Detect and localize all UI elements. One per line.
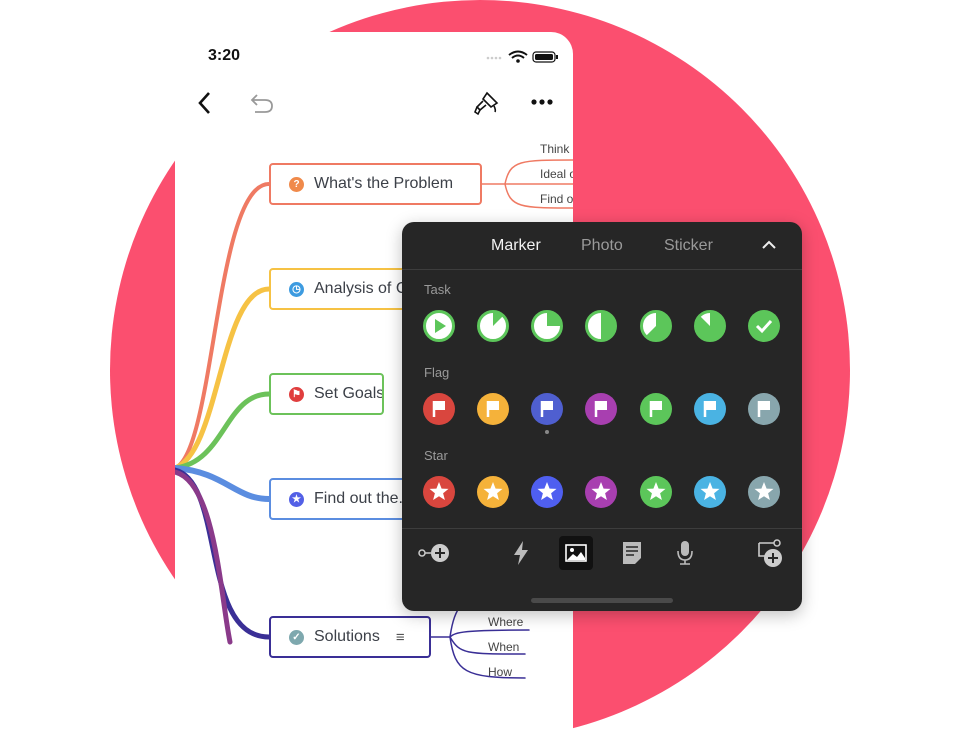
topic-label: Solutions xyxy=(314,628,380,645)
task-progress-63-icon[interactable] xyxy=(640,310,672,342)
task-progress-13-icon[interactable] xyxy=(477,310,509,342)
task-progress-100-icon[interactable] xyxy=(748,310,780,342)
image-icon[interactable] xyxy=(559,536,593,570)
topic-solutions[interactable]: ✓ Solutions ≡ xyxy=(269,616,431,658)
topic-label: What's the Problem xyxy=(314,175,454,192)
star-marker-icon[interactable] xyxy=(531,476,563,508)
star-marker-icon[interactable] xyxy=(585,476,617,508)
flag-marker-icon[interactable] xyxy=(423,393,455,425)
microphone-icon[interactable] xyxy=(668,536,702,570)
home-indicator[interactable] xyxy=(531,598,673,603)
task-progress-88-icon[interactable] xyxy=(694,310,726,342)
flag-marker-icon[interactable] xyxy=(585,393,617,425)
tab-marker[interactable]: Marker xyxy=(491,237,541,255)
collapse-chevron-icon[interactable] xyxy=(761,239,777,251)
star-marker-icon[interactable] xyxy=(694,476,726,508)
divider xyxy=(402,269,802,270)
subtopic[interactable]: Think ... xyxy=(540,142,573,156)
subtopic[interactable]: Ideal o... xyxy=(540,167,573,181)
question-icon: ? xyxy=(289,176,304,192)
star-marker-icon[interactable] xyxy=(423,476,455,508)
section-label-task: Task xyxy=(424,282,451,297)
flag-icon: ⚑ xyxy=(289,386,304,402)
note-icon[interactable] xyxy=(615,536,649,570)
subtopic[interactable]: Where xyxy=(488,615,523,629)
task-progress-0-icon[interactable] xyxy=(423,310,455,342)
check-icon: ✓ xyxy=(289,629,304,645)
subtopic[interactable]: When xyxy=(488,640,519,654)
tab-sticker[interactable]: Sticker xyxy=(664,237,713,255)
subtopic[interactable]: How xyxy=(488,665,512,679)
topic-set-goals[interactable]: ⚑ Set Goals xyxy=(269,373,384,415)
selected-indicator xyxy=(545,430,549,434)
flag-marker-icon[interactable] xyxy=(531,393,563,425)
tab-photo[interactable]: Photo xyxy=(581,237,623,255)
subtopic[interactable]: Find o... xyxy=(540,192,573,206)
marker-panel: Marker Photo Sticker Task Flag Star xyxy=(402,222,802,611)
star-marker-icon[interactable] xyxy=(477,476,509,508)
flag-marker-icon[interactable] xyxy=(640,393,672,425)
flag-marker-icon[interactable] xyxy=(477,393,509,425)
divider xyxy=(402,528,802,529)
flag-marker-icon[interactable] xyxy=(748,393,780,425)
task-progress-50-icon[interactable] xyxy=(585,310,617,342)
topic-label: Set Goals xyxy=(314,385,384,402)
clock-icon: ◷ xyxy=(289,281,304,297)
lightning-icon[interactable] xyxy=(504,536,538,570)
notes-icon[interactable]: ≡ xyxy=(396,629,405,646)
add-subtopic-icon[interactable] xyxy=(753,536,787,570)
section-label-star: Star xyxy=(424,448,448,463)
flag-marker-icon[interactable] xyxy=(694,393,726,425)
section-label-flag: Flag xyxy=(424,365,450,380)
star-marker-icon[interactable] xyxy=(748,476,780,508)
topic-label: Find out the... xyxy=(314,490,412,507)
star-icon: ★ xyxy=(289,491,304,507)
topic-whats-the-problem[interactable]: ? What's the Problem xyxy=(269,163,482,205)
star-marker-icon[interactable] xyxy=(640,476,672,508)
add-relationship-icon[interactable] xyxy=(417,536,451,570)
task-progress-25-icon[interactable] xyxy=(531,310,563,342)
